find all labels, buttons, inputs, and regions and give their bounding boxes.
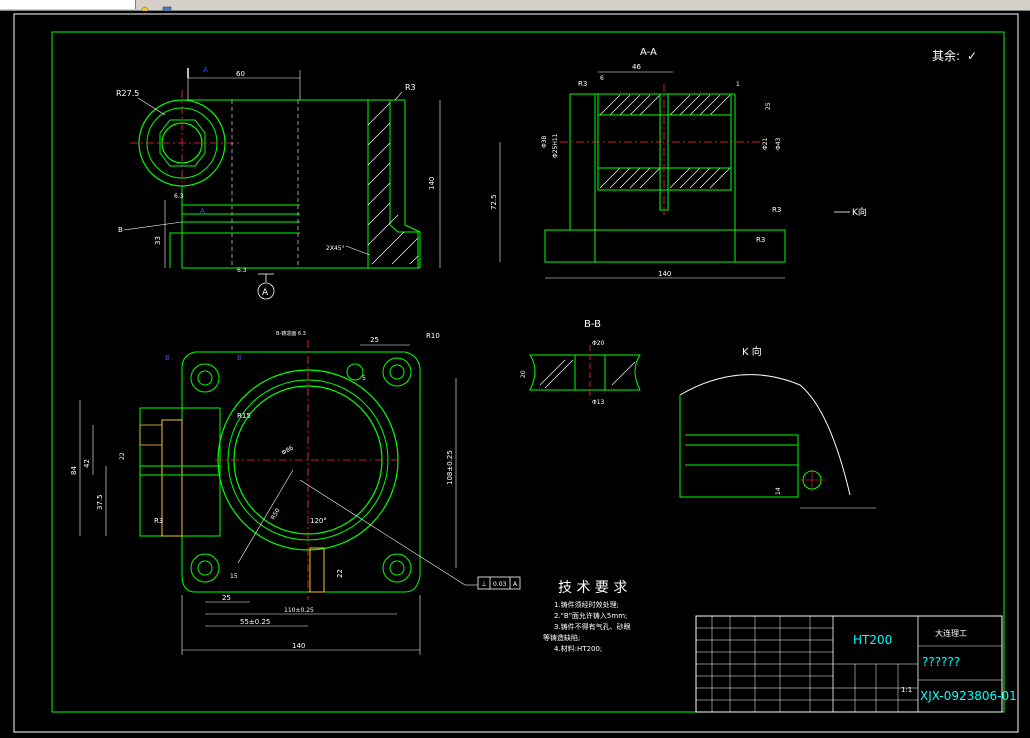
svg-text:R3: R3 [578,80,587,88]
svg-text:22: 22 [336,569,344,578]
toolbar-strip [0,0,1030,15]
svg-text:Φ38: Φ38 [541,135,548,148]
svg-text:6.3: 6.3 [237,267,247,274]
svg-text:Φ13: Φ13 [592,399,605,406]
drawing-number: XJX-0923806-01 [920,689,1017,703]
svg-text:140: 140 [658,270,671,278]
svg-text:R15: R15 [237,412,251,420]
svg-text:2."B"面允许铸入5mm;: 2."B"面允许铸入5mm; [554,611,627,620]
svg-text:6.3: 6.3 [174,193,184,200]
svg-text:4.材料:HT200;: 4.材料:HT200; [554,644,602,653]
svg-text:A: A [203,66,208,74]
svg-text:37.5: 37.5 [96,494,104,510]
scale-label: 1:1 [901,686,912,694]
surface-note: 其余: [932,48,960,63]
svg-text:15: 15 [230,573,238,580]
svg-text:R3: R3 [405,83,416,92]
svg-text:Φ43: Φ43 [775,137,782,150]
command-field[interactable] [0,0,136,9]
svg-text:⊥: ⊥ [481,580,487,588]
drawing-canvas[interactable]: 其余: ✓ 60 R27.5 R3 140 33 2X45° B A A A 6… [0,11,1030,734]
material-label: HT200 [853,633,892,647]
svg-text:20: 20 [520,370,527,378]
svg-text:2X45°: 2X45° [326,245,345,252]
svg-text:B: B [118,226,123,234]
school-label: 大连理工 [935,628,967,638]
view-k-title: K 向 [742,345,762,358]
svg-text:108±0.25: 108±0.25 [446,450,454,485]
svg-text:55±0.25: 55±0.25 [240,618,270,626]
svg-text:B: B [165,354,170,362]
svg-text:60: 60 [236,70,245,78]
view-k-arrow-label: K向 [852,206,867,218]
section-bb-title: B-B [584,319,601,330]
svg-text:0.03: 0.03 [493,581,507,588]
part-name: ?????? [922,655,960,669]
svg-text:140: 140 [428,177,436,190]
svg-text:33: 33 [154,236,162,245]
svg-text:R3: R3 [756,236,765,244]
svg-text:46: 46 [632,63,641,71]
svg-text:5: 5 [362,375,366,382]
svg-text:22: 22 [119,452,126,460]
svg-text:1: 1 [736,81,740,88]
svg-text:14: 14 [775,487,782,495]
svg-text:B-铸造面 6.3: B-铸造面 6.3 [276,330,306,337]
svg-text:110±0.25: 110±0.25 [284,607,314,614]
svg-text:B: B [237,354,242,362]
svg-text:A: A [262,288,269,298]
svg-text:A: A [200,207,205,215]
svg-text:6: 6 [600,75,604,82]
svg-text:25: 25 [370,336,379,344]
svg-text:1.铸件须经时效处理;: 1.铸件须经时效处理; [554,600,619,609]
layer-icon[interactable] [140,0,150,14]
svg-text:25: 25 [222,594,231,602]
svg-text:25: 25 [765,102,772,110]
surface-check-icon: ✓ [967,49,977,63]
svg-text:120°: 120° [310,517,327,525]
tech-requirements-title: 技 术 要 求 [558,580,627,596]
section-aa-title: A-A [640,47,657,58]
svg-text:42: 42 [83,459,91,468]
properties-icon[interactable] [162,0,172,15]
svg-text:Φ25H11: Φ25H11 [552,133,559,158]
svg-text:R3: R3 [772,206,781,214]
svg-text:Φ21: Φ21 [762,137,769,150]
svg-text:84: 84 [70,466,78,475]
svg-text:R27.5: R27.5 [116,89,139,98]
svg-text:72.5: 72.5 [490,194,498,210]
svg-text:R3: R3 [154,517,163,525]
svg-text:Φ20: Φ20 [592,340,605,347]
svg-text:140: 140 [292,642,305,650]
svg-text:等铸造缺陷;: 等铸造缺陷; [543,633,580,642]
svg-text:R10: R10 [426,332,440,340]
svg-text:3.铸件不得有气孔、砂眼: 3.铸件不得有气孔、砂眼 [554,622,631,631]
